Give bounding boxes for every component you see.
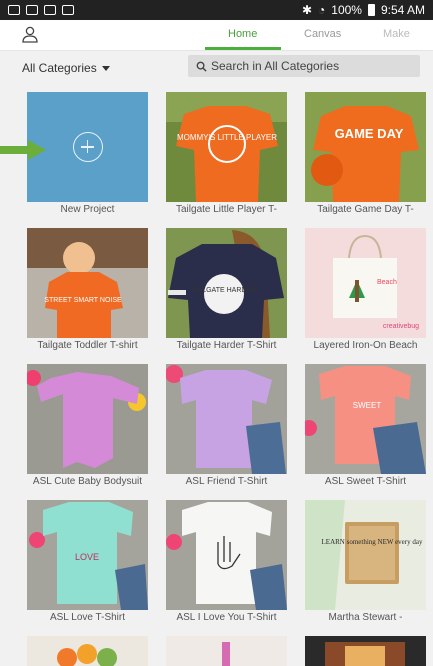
project-tile[interactable]: TAILGATE HARDER Tailgate Harder T-Shirt — [166, 228, 287, 351]
wifi-icon: ◔ — [318, 3, 326, 17]
clock: 9:54 AM — [380, 3, 425, 17]
project-tile[interactable]: ASL Cute Baby Bodysuit — [27, 364, 148, 487]
project-tile[interactable] — [166, 636, 287, 666]
project-thumbnail[interactable]: STREET SMART NOISE — [27, 228, 148, 338]
project-thumbnail[interactable]: LOVE — [27, 500, 148, 610]
category-dropdown[interactable]: All Categories — [22, 61, 110, 75]
project-thumbnail[interactable]: LEARN something NEW every day — [305, 500, 426, 610]
project-tile[interactable]: ASL Friend T-Shirt — [166, 364, 287, 487]
project-tile[interactable]: SWEET ASL Sweet T-Shirt — [305, 364, 426, 487]
project-label: Tailgate Game Day T- — [317, 204, 414, 215]
battery-icon — [367, 4, 375, 16]
project-thumbnail[interactable] — [166, 364, 287, 474]
thumb-text: creativebug — [383, 323, 419, 330]
project-tile[interactable]: LOVE ASL Love T-Shirt — [27, 500, 148, 623]
project-tile[interactable]: ASL I Love You T-Shirt — [166, 500, 287, 623]
notification-icons — [8, 5, 74, 15]
category-label: All Categories — [22, 61, 97, 75]
project-tile[interactable] — [27, 636, 148, 666]
notification-icon — [26, 5, 38, 15]
bluetooth-icon: ✱ — [301, 3, 313, 17]
svg-text:Beach: Beach — [377, 279, 397, 286]
project-tile[interactable]: GAME DAY Tailgate Game Day T- — [305, 92, 426, 215]
project-thumbnail[interactable]: GAME DAY — [305, 92, 426, 202]
project-tile[interactable]: LEARN something NEW every day Martha Ste… — [305, 500, 426, 623]
project-label: Tailgate Little Player T- — [176, 204, 277, 215]
notification-icon — [62, 5, 74, 15]
project-label: New Project — [60, 204, 115, 215]
arrow-right-icon — [0, 140, 46, 160]
thumb-text: TAILGATE HARDER — [192, 287, 256, 294]
project-thumbnail[interactable]: MOMMY'S LITTLE PLAYER — [166, 92, 287, 202]
thumb-text: GAME DAY — [335, 126, 404, 141]
user-icon[interactable] — [20, 25, 40, 45]
project-label: Martha Stewart - — [328, 612, 403, 623]
project-thumbnail[interactable] — [27, 636, 148, 666]
thumb-text: MOMMY'S LITTLE PLAYER — [177, 133, 277, 142]
thumb-text: STREET SMART NOISE — [44, 297, 122, 304]
project-thumbnail[interactable]: SWEET — [305, 364, 426, 474]
tab-home[interactable]: Home — [228, 28, 257, 40]
project-tile[interactable] — [305, 636, 426, 666]
project-label: ASL I Love You T-Shirt — [176, 612, 277, 623]
thumb-text: LOVE — [75, 552, 99, 562]
thumb-text: SWEET — [353, 401, 382, 410]
status-bar: ✱ ◔ 100% 9:54 AM — [0, 0, 433, 20]
active-tab-indicator — [205, 47, 281, 50]
search-bar[interactable] — [188, 55, 420, 77]
notification-icon — [44, 5, 56, 15]
add-icon — [72, 132, 103, 162]
search-input[interactable] — [207, 59, 411, 73]
search-icon — [196, 61, 207, 72]
project-tile[interactable]: STREET SMART NOISE Tailgate Toddler T-sh… — [27, 228, 148, 351]
top-nav: Home Canvas Make — [0, 20, 433, 51]
project-thumbnail[interactable]: Beach creativebug — [305, 228, 426, 338]
project-tile[interactable]: Beach creativebug Layered Iron-On Beach — [305, 228, 426, 351]
project-label: Tailgate Toddler T-shirt — [37, 340, 138, 351]
filter-row: All Categories — [0, 52, 433, 82]
project-label: ASL Cute Baby Bodysuit — [32, 476, 143, 487]
project-tile[interactable]: MOMMY'S LITTLE PLAYER Tailgate Little Pl… — [166, 92, 287, 215]
project-thumbnail[interactable] — [166, 500, 287, 610]
project-thumbnail[interactable] — [166, 636, 287, 666]
battery-label: 100% — [331, 3, 362, 17]
project-label: Layered Iron-On Beach — [313, 340, 418, 351]
project-thumbnail[interactable]: TAILGATE HARDER — [166, 228, 287, 338]
project-label: Tailgate Harder T-Shirt — [176, 340, 277, 351]
caret-down-icon — [101, 65, 110, 71]
project-thumbnail[interactable] — [305, 636, 426, 666]
project-label: ASL Love T-Shirt — [49, 612, 126, 623]
tab-canvas[interactable]: Canvas — [304, 28, 341, 40]
project-label: ASL Friend T-Shirt — [185, 476, 268, 487]
project-label: ASL Sweet T-Shirt — [324, 476, 407, 487]
thumb-text: LEARN something NEW every day — [322, 538, 423, 546]
notification-icon — [8, 5, 20, 15]
tab-make[interactable]: Make — [383, 28, 410, 40]
project-thumbnail[interactable] — [27, 364, 148, 474]
